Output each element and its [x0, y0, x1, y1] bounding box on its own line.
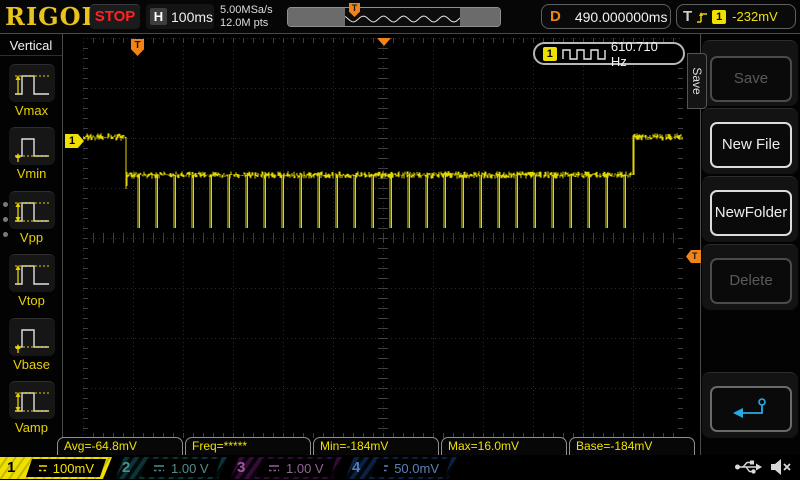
timebase-value: 100ms — [171, 9, 213, 25]
channel-number: 4 — [352, 458, 360, 478]
menu-page-indicator-dot — [3, 217, 8, 222]
horizontal-timebase-readout[interactable]: H 100ms — [146, 4, 214, 29]
menu-item-label: Vpp — [0, 230, 63, 245]
back-button[interactable] — [710, 386, 792, 432]
vpp-icon — [13, 196, 51, 226]
channel-2-indicator[interactable]: 2 1.00 V — [115, 457, 227, 479]
menu-item-label: Vbase — [0, 357, 63, 372]
top-status-bar: RIGOL STOP H 100ms 5.00MSa/s 12.0M pts T… — [0, 0, 800, 34]
return-arrow-icon — [729, 395, 773, 423]
channel-1-trace — [83, 38, 683, 438]
channel-4-indicator[interactable]: 4 50.0mV — [345, 457, 457, 479]
delete-button[interactable]: Delete — [710, 258, 792, 304]
channel-3-indicator[interactable]: 3 1.00 V — [230, 457, 342, 479]
measurement-min: Min=-184mV — [313, 437, 439, 455]
frequency-counter: 1 610.710 Hz — [533, 42, 685, 65]
menu-item-label: Vtop — [0, 293, 63, 308]
dc-coupling-icon — [268, 463, 280, 473]
oscilloscope-screen: RIGOL STOP H 100ms 5.00MSa/s 12.0M pts T… — [0, 0, 800, 480]
channel-scale: 100mV — [53, 461, 94, 476]
trigger-readout[interactable]: T 1 -232mV — [676, 4, 796, 29]
menu-item-label: Vmin — [0, 166, 63, 181]
h-label: H — [150, 8, 167, 25]
dc-coupling-icon — [383, 463, 388, 473]
run-state-badge[interactable]: STOP — [90, 4, 140, 29]
measurement-max: Max=16.0mV — [441, 437, 567, 455]
menu-item-vmax[interactable]: Vmax — [0, 64, 63, 118]
menu-item-vmin[interactable]: Vmin — [0, 127, 63, 181]
left-menu-title: Vertical — [0, 34, 62, 56]
menu-item-label: Vamp — [0, 420, 63, 435]
menu-page-indicator-dot — [3, 232, 8, 237]
measurement-base: Base=-184mV — [569, 437, 695, 455]
channel-1-indicator[interactable]: 1 100mV — [0, 457, 112, 479]
usb-icon — [734, 458, 762, 476]
menu-page-indicator-dot — [3, 202, 8, 207]
channel-1-level-marker[interactable]: 1 — [65, 134, 84, 148]
trigger-level-marker[interactable]: T — [686, 250, 701, 263]
vmax-icon — [13, 69, 51, 99]
channel-number: 3 — [237, 458, 245, 478]
menu-item-vtop[interactable]: Vtop — [0, 254, 63, 308]
delay-value: 490.000000ms — [575, 9, 668, 25]
measurement-freq: Freq=***** — [185, 437, 311, 455]
trigger-source-badge: 1 — [712, 10, 726, 24]
counter-value: 610.710 Hz — [611, 39, 675, 69]
rigol-logo: RIGOL — [5, 2, 99, 31]
vtop-icon — [13, 259, 51, 289]
rising-edge-icon — [696, 9, 708, 25]
new-folder-button[interactable]: NewFolder — [710, 190, 792, 236]
vbase-icon — [13, 323, 51, 353]
channel-number: 1 — [7, 458, 15, 478]
memory-depth: 12.0M pts — [220, 17, 273, 30]
save-button[interactable]: Save — [710, 56, 792, 102]
delay-readout: D 490.000000ms — [541, 4, 671, 29]
memory-position-bar[interactable] — [287, 7, 501, 27]
dc-coupling-icon — [38, 463, 47, 473]
channel-scale: 1.00 V — [171, 461, 209, 476]
menu-tab-save: Save — [687, 53, 707, 109]
measurement-avg: Avg=-64.8mV — [57, 437, 183, 455]
trigger-level-value: -232mV — [732, 9, 778, 24]
waveform-display — [83, 38, 683, 438]
menu-item-vpp[interactable]: Vpp — [0, 191, 63, 245]
acquisition-info: 5.00MSa/s 12.0M pts — [220, 4, 273, 30]
new-file-button[interactable]: New File — [710, 122, 792, 168]
counter-source-badge: 1 — [543, 47, 557, 61]
vamp-icon — [13, 386, 51, 416]
vmin-icon — [13, 132, 51, 162]
speaker-muted-icon — [770, 458, 792, 476]
memory-left-shade — [288, 8, 345, 27]
memory-right-shade — [460, 8, 501, 27]
sample-rate: 5.00MSa/s — [220, 4, 273, 17]
menu-item-vamp[interactable]: Vamp — [0, 381, 63, 435]
delay-label: D — [550, 8, 561, 25]
square-wave-icon — [562, 47, 606, 61]
channel-scale: 1.00 V — [286, 461, 324, 476]
menu-item-vbase[interactable]: Vbase — [0, 318, 63, 372]
channel-scale: 50.0mV — [394, 461, 439, 476]
channel-status-bar: 1 100mV 2 1.00 V 3 — [0, 456, 800, 480]
trigger-label: T — [683, 8, 692, 25]
menu-item-label: Vmax — [0, 103, 63, 118]
dc-coupling-icon — [153, 463, 165, 473]
channel-number: 2 — [122, 458, 130, 478]
